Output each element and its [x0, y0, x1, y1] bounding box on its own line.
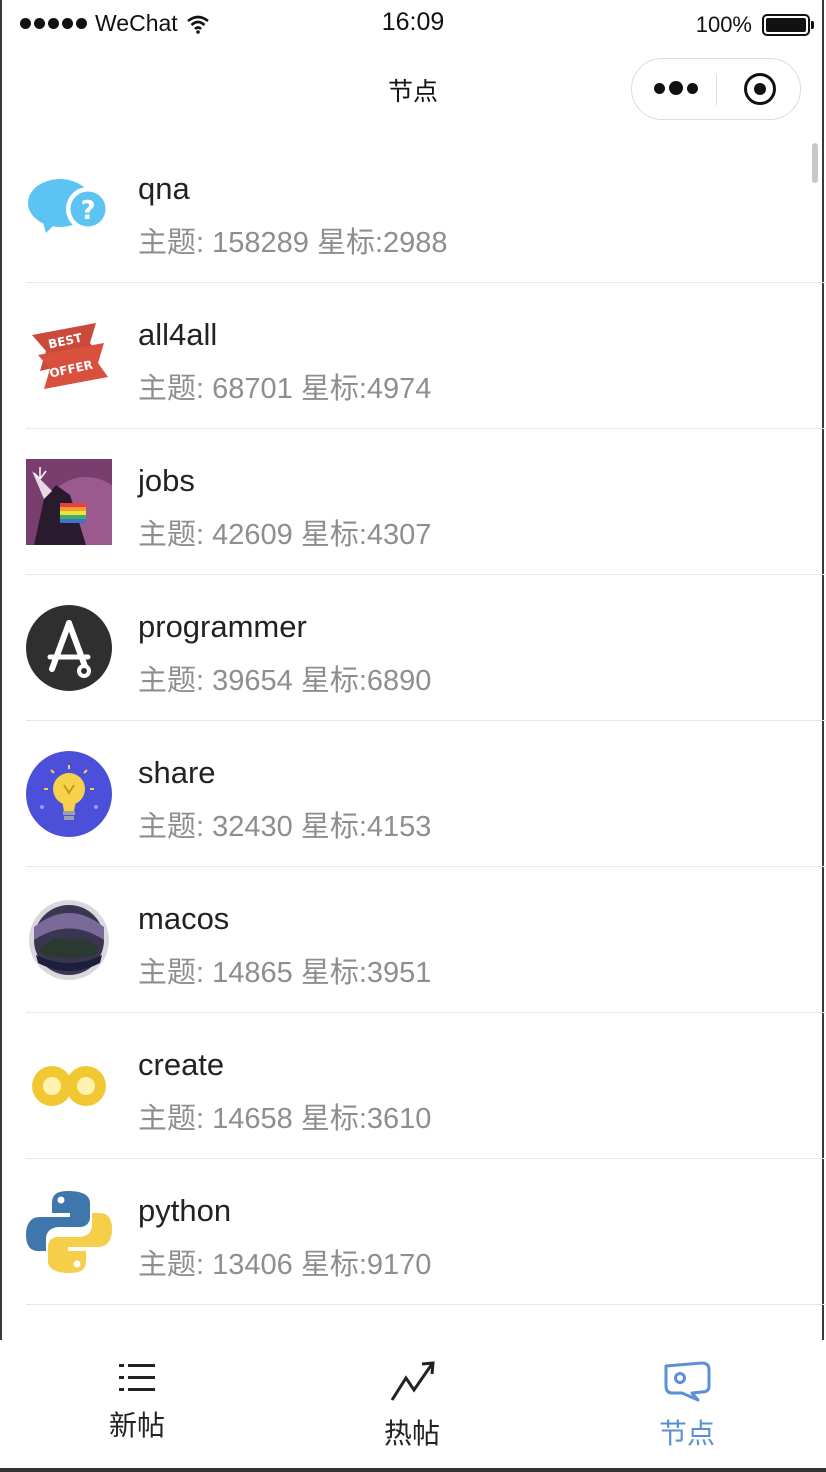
node-list: ? qna 主题: 158289 星标:2988 BEST OFFER all4…	[0, 137, 826, 1305]
node-stats: 主题: 14865 星标:3951	[138, 957, 432, 989]
tab-hot-posts[interactable]: 热帖	[322, 1360, 502, 1452]
battery-icon	[762, 14, 814, 36]
list-item[interactable]: share 主题: 32430 星标:4153	[0, 721, 826, 867]
list-item[interactable]: python 主题: 13406 星标:9170	[0, 1159, 826, 1305]
row-divider	[26, 1304, 826, 1305]
svg-text:?: ?	[80, 196, 95, 226]
list-item[interactable]: programmer 主题: 39654 星标:6890	[0, 575, 826, 721]
unicorn-icon	[26, 459, 112, 545]
node-stats: 主题: 13406 星标:9170	[138, 1249, 432, 1281]
node-stats: 主题: 68701 星标:4974	[138, 373, 432, 405]
node-name: all4all	[138, 317, 218, 352]
macos-icon	[29, 900, 109, 980]
app-store-icon	[26, 605, 112, 691]
more-menu-icon[interactable]	[654, 81, 698, 95]
node-stats: 主题: 158289 星标:2988	[138, 227, 448, 259]
list-item[interactable]: macos 主题: 14865 星标:3951	[0, 867, 826, 1013]
tab-label: 热帖	[383, 1418, 440, 1449]
mini-program-capsule	[631, 58, 801, 120]
tab-label: 节点	[658, 1418, 715, 1449]
list-item[interactable]: create 主题: 14658 星标:3610	[0, 1013, 826, 1159]
python-icon	[26, 1191, 112, 1273]
infinity-icon	[32, 1066, 106, 1106]
question-bubble-icon: ?	[28, 179, 110, 233]
tag-icon	[664, 1361, 711, 1402]
node-name: create	[138, 1047, 225, 1082]
tab-bar: 新帖 热帖 节点	[0, 1340, 826, 1468]
capsule-divider	[716, 75, 717, 105]
best-offer-icon: BEST OFFER	[32, 323, 108, 389]
tab-label: 新帖	[108, 1410, 165, 1441]
node-stats: 主题: 39654 星标:6890	[138, 665, 432, 697]
list-item[interactable]: ? qna 主题: 158289 星标:2988	[0, 137, 826, 283]
tab-new-posts[interactable]: 新帖	[47, 1360, 227, 1444]
node-name: python	[138, 1193, 232, 1228]
node-stats: 主题: 14658 星标:3610	[138, 1103, 432, 1135]
list-icon	[119, 1364, 155, 1391]
tab-nodes[interactable]: 节点	[597, 1360, 777, 1452]
close-mini-program-icon[interactable]	[744, 73, 776, 105]
node-name: jobs	[138, 463, 195, 498]
node-name: share	[138, 755, 216, 790]
lightbulb-icon	[26, 751, 112, 837]
node-stats: 主题: 42609 星标:4307	[138, 519, 432, 551]
list-item[interactable]: jobs 主题: 42609 星标:4307	[0, 429, 826, 575]
scrollbar[interactable]	[812, 143, 818, 183]
trend-icon	[390, 1361, 435, 1401]
node-name: qna	[138, 171, 190, 206]
status-bar: WeChat 16:09 100%	[0, 0, 826, 46]
battery-info: 100%	[695, 12, 814, 38]
node-name: programmer	[138, 609, 307, 644]
list-item[interactable]: BEST OFFER all4all 主题: 68701 星标:4974	[0, 283, 826, 429]
node-stats: 主题: 32430 星标:4153	[138, 811, 432, 843]
navigation-bar: 节点	[0, 46, 826, 136]
bottom-edge	[0, 1468, 826, 1472]
battery-percent: 100%	[695, 12, 752, 37]
node-name: macos	[138, 901, 230, 936]
